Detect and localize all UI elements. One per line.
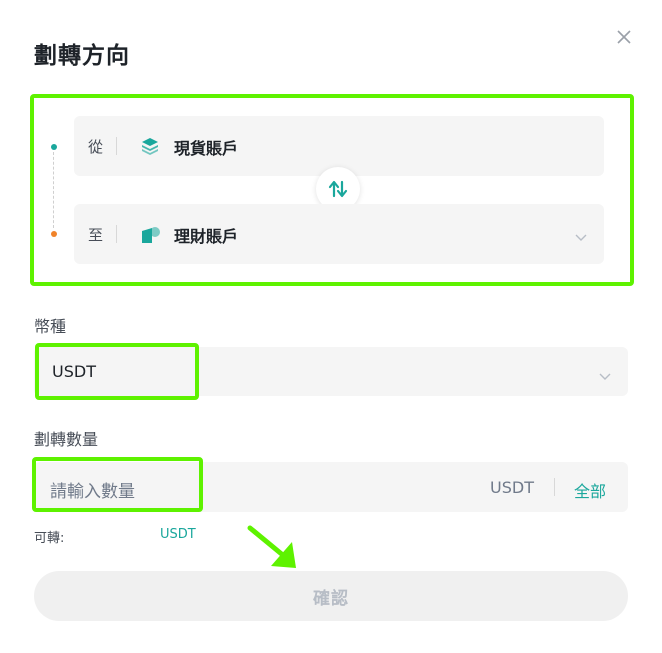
arrow-annotation-icon bbox=[247, 525, 296, 568]
from-dot bbox=[51, 144, 57, 150]
close-icon[interactable] bbox=[613, 26, 635, 48]
from-separator bbox=[116, 137, 117, 155]
to-account-row[interactable]: 至 理財賬戶 bbox=[74, 204, 604, 264]
from-account-name: 現貨賬戶 bbox=[174, 139, 239, 158]
amount-highlight bbox=[32, 457, 203, 512]
chevron-down-icon bbox=[574, 228, 588, 247]
available-unit: USDT bbox=[160, 527, 196, 542]
to-account-name: 理財賬戶 bbox=[174, 227, 239, 246]
from-label: 從 bbox=[88, 138, 104, 156]
confirm-button[interactable]: 確認 bbox=[34, 571, 628, 621]
earn-account-icon bbox=[140, 223, 162, 249]
amount-unit: USDT bbox=[490, 478, 534, 497]
spot-account-icon bbox=[140, 136, 160, 160]
close-icon-glyph bbox=[617, 30, 631, 44]
amount-label: 劃轉數量 bbox=[34, 430, 99, 449]
amount-separator bbox=[554, 478, 555, 496]
dialog-title: 劃轉方向 bbox=[34, 43, 130, 69]
available-label: 可轉: bbox=[34, 531, 65, 546]
to-separator bbox=[116, 225, 117, 243]
direction-connector bbox=[53, 152, 54, 228]
coin-highlight bbox=[35, 343, 199, 400]
swap-icon bbox=[328, 180, 348, 198]
to-dot bbox=[51, 231, 57, 237]
to-label: 至 bbox=[88, 226, 104, 244]
all-button[interactable]: 全部 bbox=[574, 478, 606, 502]
coin-label: 幣種 bbox=[34, 317, 67, 336]
coin-chevron-down-icon bbox=[598, 367, 612, 386]
